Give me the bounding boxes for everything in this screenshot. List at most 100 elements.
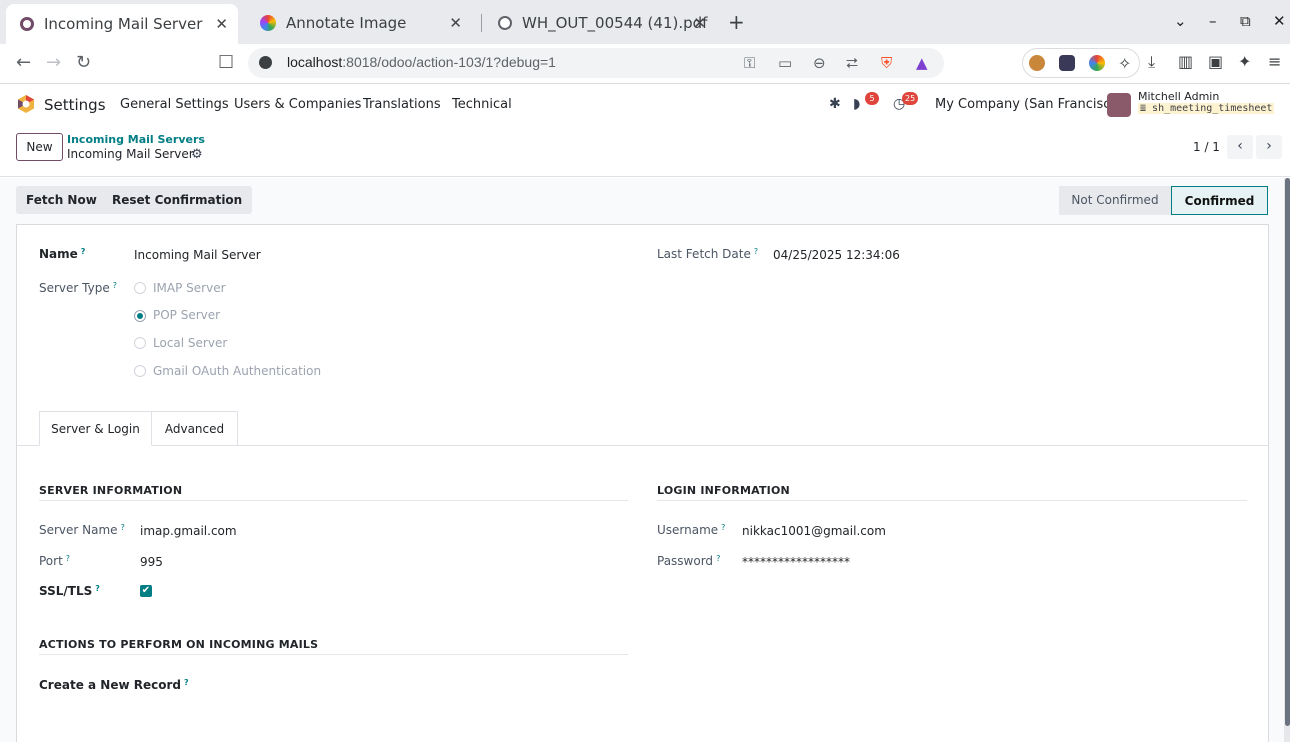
breadcrumb-parent-link[interactable]: Incoming Mail Servers [67,133,205,146]
pager-previous-icon[interactable]: ‹ [1227,135,1253,159]
back-icon[interactable]: ← [16,52,31,73]
bookmark-icon[interactable]: ☐ [218,52,234,73]
window-close-button[interactable]: ✕ [1273,12,1286,30]
key-icon[interactable]: ⚿ [744,54,755,72]
breadcrumb-current: Incoming Mail Server [67,147,194,161]
radio-pop[interactable] [134,310,146,322]
control-panel: New Incoming Mail Servers Incoming Mail … [0,125,1290,177]
address-bar[interactable]: localhost:8018/odoo/action-103/1?debug=1… [248,48,944,78]
scrollbar-thumb[interactable] [1285,178,1290,726]
help-icon[interactable]: ? [81,247,86,256]
install-app-icon[interactable]: ▭ [778,54,792,72]
url-path: :8018/odoo/action-103/1?debug=1 [342,54,556,70]
help-icon[interactable]: ? [184,678,189,687]
messages-icon[interactable]: ◗ [853,96,860,112]
fetch-now-button[interactable]: Fetch Now [16,186,107,214]
help-icon[interactable]: ? [95,584,100,593]
company-switcher[interactable]: My Company (San Francisco) [935,97,1123,112]
odoo-apps-icon[interactable] [16,94,36,114]
monkey-extension-icon[interactable] [1029,55,1045,71]
radio-imap[interactable] [134,282,146,294]
ssl-label-text: SSL/TLS [39,584,93,598]
username-label-text: Username [657,523,719,537]
forward-icon[interactable]: → [46,52,61,73]
brave-rewards-icon[interactable]: ▲ [916,54,928,72]
new-button[interactable]: New [16,133,63,161]
leo-ai-icon[interactable]: ✦ [1238,52,1251,71]
help-icon[interactable]: ? [721,523,725,532]
activities-badge: 25 [902,92,919,105]
help-icon[interactable]: ? [113,281,117,290]
debug-bug-icon[interactable]: ✱ [829,96,841,112]
browser-tab-incoming-mail-server[interactable]: Incoming Mail Server ✕ [6,4,238,44]
brave-shield-icon[interactable]: ⛨ [881,54,892,72]
port-field[interactable]: 995 [140,555,163,569]
port-label-text: Port [39,554,63,568]
site-info-icon[interactable] [259,56,272,69]
gear-icon[interactable]: ⚙ [191,147,203,162]
server-information-heading: SERVER INFORMATION [39,484,183,497]
close-tab-icon[interactable]: ✕ [693,14,706,32]
menu-icon[interactable]: ≡ [1268,52,1281,71]
radio-gmail-oauth[interactable] [134,365,146,377]
radio-local-label[interactable]: Local Server [153,336,227,350]
radio-pop-label[interactable]: POP Server [153,308,220,322]
pager-value[interactable]: 1 / 1 [1193,140,1220,154]
browser-tab-strip: Incoming Mail Server ✕ Annotate Image ✕ … [0,0,1290,44]
ssl-checkbox[interactable]: ✔ [140,585,152,597]
pager-next-icon[interactable]: › [1256,135,1282,159]
help-icon[interactable]: ? [66,554,70,563]
tab-server-login[interactable]: Server & Login [39,411,152,446]
color-extension-icon[interactable] [1089,55,1105,71]
tab-search-icon[interactable]: ⌄ [1174,12,1187,30]
status-not-confirmed[interactable]: Not Confirmed [1059,186,1171,215]
separator-line [39,654,628,655]
browser-tab-pdf[interactable]: WH_OUT_00544 (41).pdf ✕ [484,6,716,40]
user-avatar[interactable] [1107,93,1131,117]
download-icon[interactable]: ⤓ [1148,52,1155,72]
menu-general-settings[interactable]: General Settings [120,97,229,112]
tab-title: Incoming Mail Server [44,15,203,33]
help-icon[interactable]: ? [716,554,720,563]
name-label: Name? [39,247,85,261]
minimize-button[interactable]: – [1209,12,1217,30]
zoom-out-icon[interactable]: ⊖ [813,54,826,72]
help-icon[interactable]: ? [121,523,125,532]
last-fetch-label: Last Fetch Date? [657,247,758,261]
server-name-field[interactable]: imap.gmail.com [140,524,237,538]
menu-users-companies[interactable]: Users & Companies [234,97,361,112]
database-name: sh_meeting_timesheet [1152,103,1273,114]
browser-tab-annotate-image[interactable]: Annotate Image ✕ [246,6,472,40]
status-confirmed[interactable]: Confirmed [1171,186,1268,215]
close-tab-icon[interactable]: ✕ [449,14,462,32]
username-field[interactable]: nikkac1001@gmail.com [742,524,886,538]
name-label-text: Name [39,247,78,261]
separator-line [39,500,628,501]
password-field[interactable]: ****************** [742,555,850,569]
share-icon[interactable]: ⮂ [846,54,858,72]
tab-title: Annotate Image [286,14,407,32]
maximize-button[interactable]: ⧉ [1240,12,1251,30]
close-tab-icon[interactable]: ✕ [215,15,228,33]
last-fetch-value: 04/25/2025 12:34:06 [773,248,900,262]
wallet-icon[interactable]: ▣ [1208,52,1223,71]
form-sheet [16,224,1269,742]
new-tab-button[interactable]: + [728,10,745,34]
radio-imap-label[interactable]: IMAP Server [153,281,226,295]
help-icon[interactable]: ? [754,247,758,256]
tab-advanced[interactable]: Advanced [152,411,238,446]
menu-translations[interactable]: Translations [363,97,441,112]
reset-confirmation-button[interactable]: Reset Confirmation [102,186,253,214]
menu-technical[interactable]: Technical [452,97,512,112]
app-name[interactable]: Settings [44,96,106,114]
puzzle-extensions-icon[interactable]: ✧ [1118,54,1134,73]
ssl-label: SSL/TLS? [39,584,100,598]
x-extension-icon[interactable] [1059,55,1075,71]
name-field[interactable]: Incoming Mail Server [134,248,261,262]
reload-icon[interactable]: ↻ [76,52,91,73]
url-text[interactable]: localhost:8018/odoo/action-103/1?debug=1 [287,54,556,70]
radio-local[interactable] [134,337,146,349]
radio-gmail-oauth-label[interactable]: Gmail OAuth Authentication [153,364,321,378]
sidebar-icon[interactable]: ▥ [1178,52,1193,71]
user-name[interactable]: Mitchell Admin [1138,90,1219,103]
